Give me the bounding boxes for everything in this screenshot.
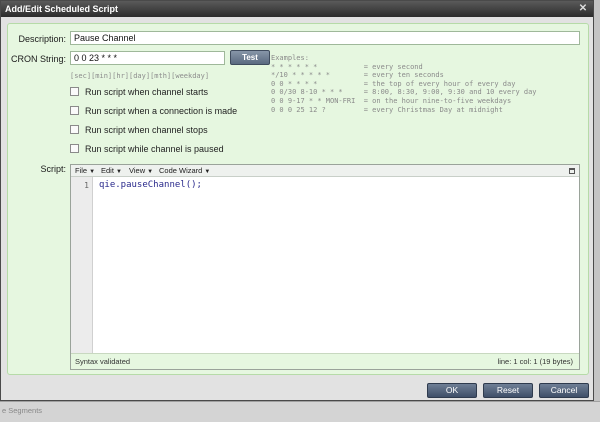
background-window: e Segments — [0, 401, 600, 422]
example-desc: = every second — [363, 62, 423, 71]
menu-view-label: View — [129, 166, 146, 175]
line-number-gutter: 1 — [71, 177, 93, 355]
checkbox[interactable] — [70, 87, 79, 96]
scheduled-script-dialog: Add/Edit Scheduled Script ✕ Description:… — [0, 0, 594, 401]
editor-menubar: File ▼ Edit ▼ View ▼ Code Wizard ▼ — [71, 165, 579, 177]
caret-down-icon: ▼ — [204, 169, 211, 175]
example-expr: 0 0/30 8-10 * * * — [271, 88, 343, 97]
example-desc: = every ten seconds — [363, 71, 444, 80]
code-line[interactable]: qie.pauseChannel(); — [99, 180, 202, 190]
close-icon[interactable]: ✕ — [577, 3, 589, 15]
check-label: Run script while channel is paused — [85, 144, 224, 154]
cursor-position: line: 1 col: 1 (19 bytes) — [497, 357, 573, 366]
caret-down-icon: ▼ — [89, 169, 96, 175]
menu-view[interactable]: View ▼ — [129, 165, 153, 177]
test-button[interactable]: Test — [230, 50, 270, 65]
form-panel: Description: Pause Channel CRON String: … — [7, 23, 589, 375]
cron-format-hint: [sec][min][hr][day][mth][weekday] — [70, 72, 210, 80]
cancel-button[interactable]: Cancel — [539, 383, 589, 398]
menu-edit-label: Edit — [101, 166, 114, 175]
checkbox[interactable] — [70, 125, 79, 134]
check-label: Run script when channel stops — [85, 125, 208, 135]
cron-examples: Examples: * * * * * * = every second */1… — [271, 54, 537, 114]
menu-file-label: File — [75, 166, 88, 175]
ok-button[interactable]: OK — [427, 383, 477, 398]
script-label: Script: — [40, 164, 66, 174]
caret-down-icon: ▼ — [147, 169, 154, 175]
line-number: 1 — [84, 181, 89, 190]
menu-code-wizard-label: Code Wizard — [159, 166, 203, 175]
dialog-title: Add/Edit Scheduled Script — [5, 4, 119, 14]
dialog-titlebar: Add/Edit Scheduled Script ✕ — [1, 1, 593, 17]
example-expr: 0 0 9-17 * * MON-FRI — [271, 96, 356, 105]
example-desc: = 8:00, 8:30, 9:00, 9:30 and 10 every da… — [363, 88, 537, 97]
examples-header: Examples: — [271, 54, 309, 62]
check-label: Run script when a connection is made — [85, 106, 238, 116]
menu-file[interactable]: File ▼ — [75, 165, 95, 177]
menu-code-wizard[interactable]: Code Wizard ▼ — [159, 165, 210, 177]
background-label: e Segments — [2, 406, 43, 415]
cron-string-input[interactable]: 0 0 23 * * * — [70, 51, 225, 65]
menu-edit[interactable]: Edit ▼ — [101, 165, 122, 177]
script-editor[interactable]: File ▼ Edit ▼ View ▼ Code Wizard ▼ 1 qie.pau… — [70, 164, 580, 370]
example-expr: 0 0 * * * * — [271, 79, 318, 88]
example-desc: = on the hour nine-to-five weekdays — [363, 96, 512, 105]
checkbox[interactable] — [70, 106, 79, 115]
editor-statusbar: Syntax validated line: 1 col: 1 (19 byte… — [71, 353, 579, 369]
reset-button[interactable]: Reset — [483, 383, 533, 398]
syntax-status: Syntax validated — [75, 357, 131, 366]
example-expr: 0 0 0 25 12 ? — [271, 105, 326, 114]
background-window-edge — [594, 0, 600, 401]
example-expr: * * * * * * — [271, 62, 318, 71]
example-desc: = the top of every hour of every day — [363, 79, 516, 88]
checkbox[interactable] — [70, 144, 79, 153]
cron-string-label: CRON String: — [10, 54, 66, 64]
description-input[interactable]: Pause Channel — [70, 31, 580, 45]
example-desc: = every Christmas Day at midnight — [363, 105, 503, 114]
check-label: Run script when channel starts — [85, 87, 209, 97]
example-expr: */10 * * * * * — [271, 71, 331, 80]
maximize-icon[interactable] — [569, 168, 575, 174]
description-label: Description: — [18, 34, 66, 44]
caret-down-icon: ▼ — [115, 169, 122, 175]
